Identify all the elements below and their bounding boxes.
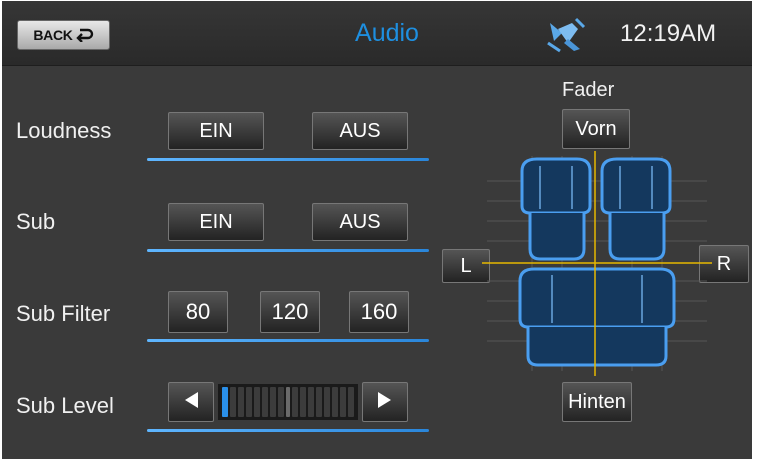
page-title: Audio xyxy=(355,19,419,47)
back-button-label: BACK xyxy=(33,27,73,43)
sub-filter-label: Sub Filter xyxy=(16,301,111,326)
back-button[interactable]: BACK xyxy=(17,20,110,50)
level-segment xyxy=(324,387,330,417)
loudness-divider xyxy=(147,158,429,161)
sub-level-decrease-button[interactable] xyxy=(168,382,214,422)
level-segment xyxy=(286,387,290,417)
level-segment xyxy=(278,387,284,417)
fader-front-button[interactable]: Vorn xyxy=(562,109,630,149)
sub-level-label: Sub Level xyxy=(16,393,114,418)
return-arrow-icon xyxy=(75,28,94,42)
sub-filter-120-button[interactable]: 120 xyxy=(260,291,320,333)
level-segment xyxy=(292,387,298,417)
level-segment xyxy=(308,387,314,417)
level-segment xyxy=(270,387,276,417)
sub-filter-80-button[interactable]: 80 xyxy=(168,291,228,333)
level-segment xyxy=(238,387,244,417)
clock: 12:19AM xyxy=(620,20,717,47)
satellite-icon xyxy=(546,17,586,53)
left-triangle-icon xyxy=(182,391,200,414)
sub-level-divider xyxy=(147,429,429,432)
header-bar: BACK Audio 12:19AM xyxy=(2,1,752,66)
right-triangle-icon xyxy=(376,391,394,414)
sub-off-button[interactable]: AUS xyxy=(312,203,408,241)
sub-filter-160-button[interactable]: 160 xyxy=(349,291,409,333)
level-segment xyxy=(230,387,236,417)
sub-label: Sub xyxy=(16,209,56,234)
loudness-label: Loudness xyxy=(16,118,112,143)
fader-label: Fader xyxy=(562,79,615,101)
fader-rear-button[interactable]: Hinten xyxy=(562,382,632,422)
level-segment xyxy=(340,387,346,417)
sub-level-slider[interactable] xyxy=(218,384,358,420)
loudness-off-button[interactable]: AUS xyxy=(312,112,408,150)
sub-divider xyxy=(147,249,429,252)
loudness-on-button[interactable]: EIN xyxy=(168,112,264,150)
level-segment xyxy=(222,387,228,417)
car-seats-icon[interactable] xyxy=(482,151,712,376)
level-segment xyxy=(254,387,260,417)
level-segment xyxy=(246,387,252,417)
level-segment xyxy=(300,387,306,417)
sub-on-button[interactable]: EIN xyxy=(168,203,264,241)
level-segment xyxy=(316,387,322,417)
level-segment xyxy=(332,387,338,417)
level-segment xyxy=(348,387,354,417)
sub-level-increase-button[interactable] xyxy=(362,382,408,422)
level-segment xyxy=(262,387,268,417)
sub-filter-divider xyxy=(147,339,429,342)
audio-screen: BACK Audio 12:19AM Loudness EIN AUS Sub xyxy=(2,1,752,459)
